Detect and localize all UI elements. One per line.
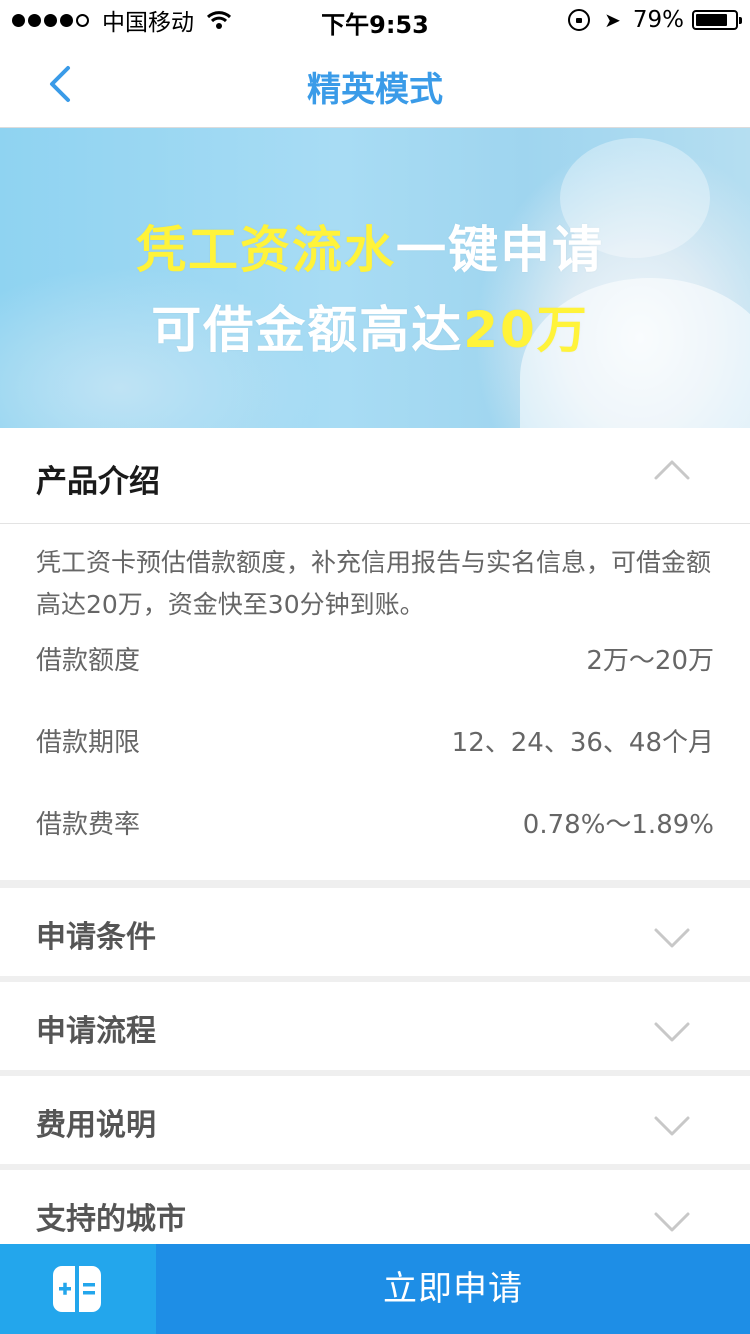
chevron-down-icon[interactable] [652,1104,692,1144]
nav-bar: 精英模式 [0,40,750,128]
section-divider [0,880,750,888]
chevron-up-icon[interactable] [652,452,692,492]
chevron-down-icon[interactable] [652,1010,692,1050]
page-title: 精英模式 [307,70,443,110]
product-description: 凭工资卡预估借款额度，补充信用报告与实名信息，可借金额高达20万，资金快至30分… [36,548,712,619]
banner-text-1: 一键申请 [396,221,604,279]
location-arrow-icon: ➤ [604,8,621,32]
section-title: 产品介绍 [36,464,160,500]
spec-label: 借款额度 [36,646,141,676]
battery-percent: 79% [632,7,684,33]
section-supported-cities[interactable]: 支持的城市 [0,1170,750,1244]
banner-text-2: 可借金额高达 [151,301,464,359]
banner-headline: 凭工资流水一键申请 [0,210,745,282]
section-header-product-intro[interactable]: 产品介绍 [0,428,750,524]
promo-banner[interactable]: 凭工资流水一键申请 可借金额高达20万 [0,128,750,428]
banner-highlight-1: 凭工资流水 [136,221,396,279]
spec-value: 2万～20万 [586,646,714,676]
rotation-lock-icon [568,9,591,31]
section-title: 申请条件 [36,920,156,955]
section-fee-description[interactable]: 费用说明 [0,1076,750,1164]
spec-label: 借款费率 [36,810,141,840]
section-apply-conditions[interactable]: 申请条件 [0,888,750,976]
spec-label: 借款期限 [36,728,141,758]
apply-now-button[interactable]: 立即申请 [156,1244,750,1334]
status-right: ➤ 79% [568,6,742,34]
section-title: 费用说明 [36,1108,156,1143]
chevron-down-icon[interactable] [652,916,692,956]
product-intro-content: 凭工资卡预估借款额度，补充信用报告与实名信息，可借金额高达20万，资金快至30分… [0,524,750,880]
spec-value: 12、24、36、48个月 [451,728,714,758]
calculator-icon [53,1266,101,1312]
spec-row-rate: 借款费率 0.78%～1.89% [36,804,714,844]
section-apply-process[interactable]: 申请流程 [0,982,750,1070]
status-bar: 中国移动 下午9:53 ➤ 79% [0,0,750,40]
battery-icon [692,10,742,30]
spec-row-term: 借款期限 12、24、36、48个月 [36,722,714,762]
calculator-button[interactable] [0,1244,156,1334]
spec-value: 0.78%～1.89% [522,810,714,840]
bottom-action-bar: 立即申请 [0,1244,750,1334]
section-title: 申请流程 [36,1014,156,1049]
banner-highlight-2: 20万 [463,301,589,359]
section-title: 支持的城市 [36,1202,186,1237]
chevron-down-icon[interactable] [652,1200,692,1240]
spec-row-amount: 借款额度 2万～20万 [36,640,714,680]
banner-subheadline: 可借金额高达20万 [0,290,745,362]
